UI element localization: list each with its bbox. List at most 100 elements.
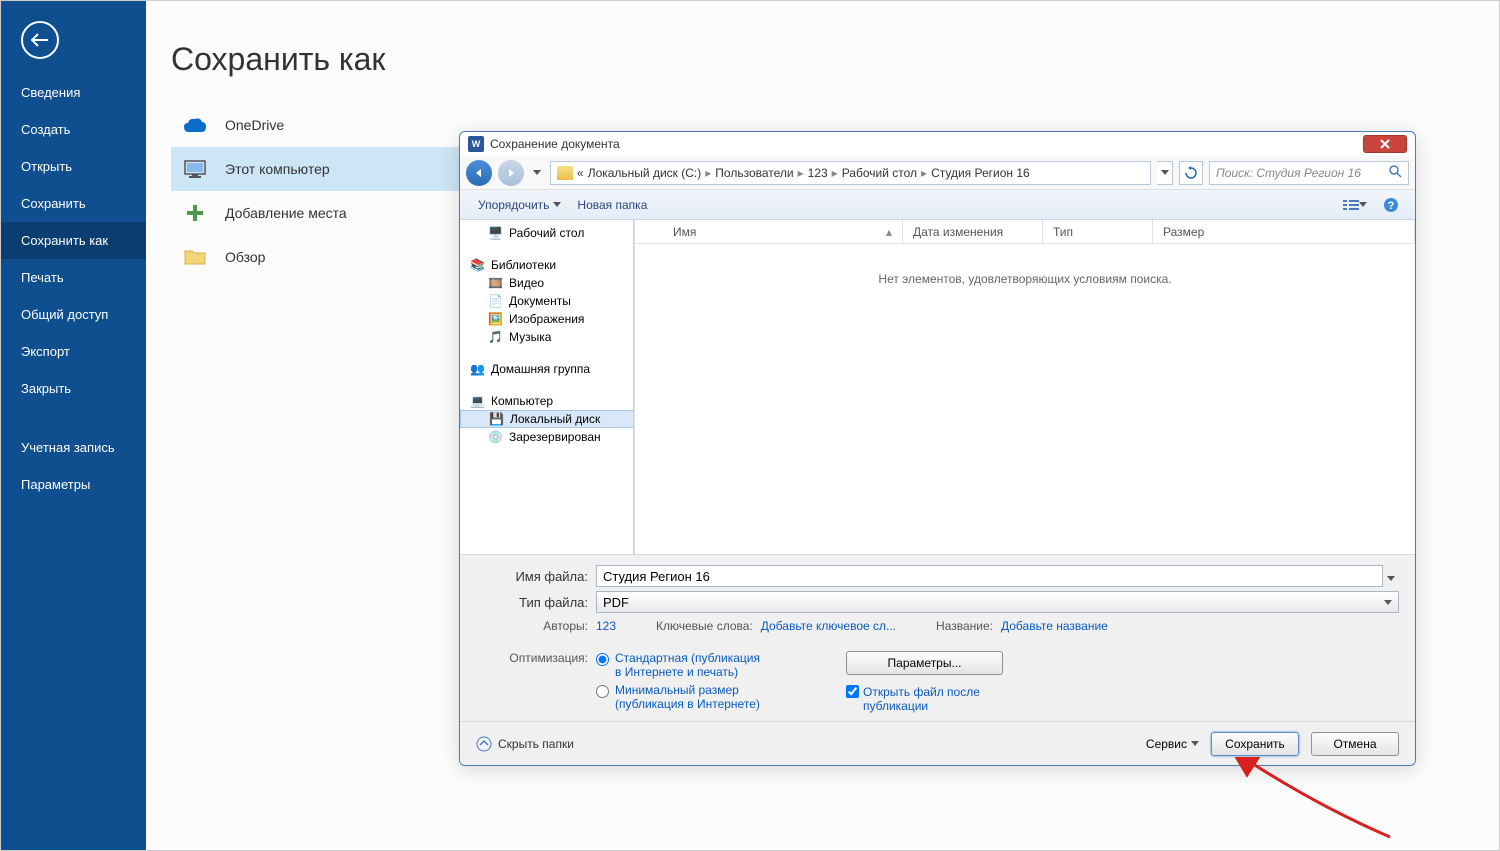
search-placeholder: Поиск: Студия Регион 16 [1216, 166, 1361, 180]
breadcrumb-item[interactable]: « [577, 166, 584, 180]
refresh-button[interactable] [1179, 161, 1203, 185]
location-onedrive[interactable]: OneDrive [171, 103, 461, 147]
breadcrumb-item[interactable]: Пользователи [715, 166, 793, 180]
location-label: OneDrive [225, 117, 284, 133]
opt-standard-radio[interactable]: Стандартная (публикация в Интернете и пе… [596, 651, 765, 679]
optimization-label: Оптимизация: [476, 651, 596, 713]
doc-title-value[interactable]: Добавьте название [1001, 619, 1108, 633]
tree-homegroup[interactable]: 👥Домашняя группа [460, 360, 634, 378]
view-options-button[interactable] [1341, 194, 1369, 216]
nav-open[interactable]: Открыть [1, 148, 146, 185]
plus-icon [183, 201, 207, 225]
desktop-icon: 🖥️ [488, 226, 504, 240]
word-icon: W [468, 136, 484, 152]
svg-text:?: ? [1388, 200, 1395, 212]
music-icon: 🎵 [488, 330, 504, 344]
drive-icon: 💾 [489, 412, 505, 426]
location-label: Добавление места [225, 205, 347, 221]
tree-reserved[interactable]: 💿Зарезервирован [460, 428, 634, 446]
video-icon: 🎞️ [488, 276, 504, 290]
file-list-pane: Имя▴ Дата изменения Тип Размер Нет элеме… [635, 220, 1415, 554]
hide-folders-button[interactable]: Скрыть папки [476, 736, 574, 752]
nav-info[interactable]: Сведения [1, 74, 146, 111]
keywords-label: Ключевые слова: [656, 619, 761, 633]
col-name[interactable]: Имя▴ [663, 220, 903, 243]
authors-label: Авторы: [476, 619, 596, 633]
tree-video[interactable]: 🎞️Видео [460, 274, 634, 292]
authors-value[interactable]: 123 [596, 619, 616, 633]
service-dropdown[interactable]: Сервис [1146, 737, 1199, 751]
new-folder-button[interactable]: Новая папка [569, 194, 655, 216]
location-this-pc[interactable]: Этот компьютер [171, 147, 461, 191]
close-button[interactable] [1363, 135, 1407, 153]
search-icon [1388, 164, 1402, 181]
nav-back-button[interactable] [466, 160, 492, 186]
breadcrumb-item[interactable]: Рабочий стол [842, 166, 917, 180]
nav-close[interactable]: Закрыть [1, 370, 146, 407]
filename-dropdown[interactable] [1383, 569, 1399, 584]
col-date[interactable]: Дата изменения [903, 220, 1043, 243]
filetype-label: Тип файла: [476, 595, 596, 610]
file-columns-header: Имя▴ Дата изменения Тип Размер [635, 220, 1415, 244]
address-dropdown[interactable] [1157, 161, 1173, 185]
location-browse[interactable]: Обзор [171, 235, 461, 279]
nav-history-dropdown[interactable] [530, 160, 544, 186]
tree-music[interactable]: 🎵Музыка [460, 328, 634, 346]
col-size[interactable]: Размер [1153, 220, 1415, 243]
params-button[interactable]: Параметры... [846, 651, 1003, 675]
dialog-form: Имя файла: Тип файла: PDF Авторы: 123 Кл… [460, 554, 1415, 721]
location-label: Обзор [225, 249, 265, 265]
dialog-title-text: Сохранение документа [490, 137, 620, 151]
nav-save-as[interactable]: Сохранить как [1, 222, 146, 259]
cancel-button[interactable]: Отмена [1311, 732, 1399, 756]
tree-local-disk[interactable]: 💾Локальный диск [460, 410, 634, 428]
open-after-checkbox[interactable]: Открыть файл после публикации [846, 685, 1003, 713]
dialog-toolbar: Упорядочить Новая папка ? [460, 190, 1415, 220]
cloud-icon [183, 113, 207, 137]
nav-export[interactable]: Экспорт [1, 333, 146, 370]
nav-new[interactable]: Создать [1, 111, 146, 148]
computer-icon: 💻 [470, 394, 486, 408]
doc-title-label: Название: [936, 619, 1001, 633]
dialog-footer: Скрыть папки Сервис Сохранить Отмена [460, 721, 1415, 765]
save-dialog: W Сохранение документа « Локальный диск … [459, 131, 1416, 766]
help-button[interactable]: ? [1377, 194, 1405, 216]
breadcrumb-item[interactable]: 123 [808, 166, 828, 180]
nav-save[interactable]: Сохранить [1, 185, 146, 222]
location-add-place[interactable]: Добавление места [171, 191, 461, 235]
nav-share[interactable]: Общий доступ [1, 296, 146, 333]
tree-documents[interactable]: 📄Документы [460, 292, 634, 310]
breadcrumb-item[interactable]: Локальный диск (C:) [588, 166, 702, 180]
empty-message: Нет элементов, удовлетворяющих условиям … [635, 244, 1415, 286]
tree-libraries[interactable]: 📚Библиотеки [460, 256, 634, 274]
tree-desktop[interactable]: 🖥️Рабочий стол [460, 224, 634, 242]
filename-label: Имя файла: [476, 569, 596, 584]
folder-icon [183, 245, 207, 269]
location-label: Этот компьютер [225, 161, 330, 177]
image-icon: 🖼️ [488, 312, 504, 326]
nav-account[interactable]: Учетная запись [1, 429, 146, 466]
tree-computer[interactable]: 💻Компьютер [460, 392, 634, 410]
address-bar-row: « Локальный диск (C:)▸ Пользователи▸ 123… [460, 156, 1415, 190]
search-input[interactable]: Поиск: Студия Регион 16 [1209, 161, 1409, 185]
filetype-select[interactable]: PDF [596, 591, 1399, 613]
page-title: Сохранить как [171, 41, 1479, 78]
organize-button[interactable]: Упорядочить [470, 194, 569, 216]
filename-input[interactable] [596, 565, 1383, 587]
keywords-value[interactable]: Добавьте ключевое сл... [761, 619, 896, 633]
breadcrumb-item[interactable]: Студия Регион 16 [931, 166, 1030, 180]
nav-print[interactable]: Печать [1, 259, 146, 296]
drive-icon: 💿 [488, 430, 504, 444]
nav-forward-button[interactable] [498, 160, 524, 186]
homegroup-icon: 👥 [470, 362, 486, 376]
opt-min-radio[interactable]: Минимальный размер (публикация в Интерне… [596, 683, 765, 711]
col-type[interactable]: Тип [1043, 220, 1153, 243]
breadcrumb-bar[interactable]: « Локальный диск (C:)▸ Пользователи▸ 123… [550, 161, 1151, 185]
save-button[interactable]: Сохранить [1211, 732, 1299, 756]
document-icon: 📄 [488, 294, 504, 308]
tree-images[interactable]: 🖼️Изображения [460, 310, 634, 328]
nav-options[interactable]: Параметры [1, 466, 146, 503]
back-button[interactable] [21, 21, 59, 59]
folder-tree[interactable]: 🖥️Рабочий стол 📚Библиотеки 🎞️Видео 📄Доку… [460, 220, 635, 554]
backstage-sidebar: Сведения Создать Открыть Сохранить Сохра… [1, 1, 146, 850]
